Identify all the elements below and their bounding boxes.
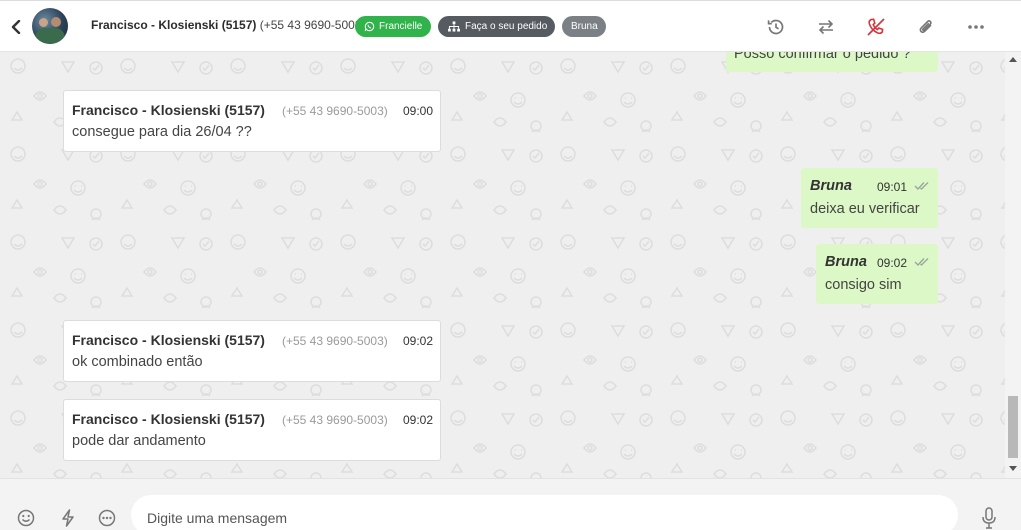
message-composer — [0, 478, 1021, 530]
message-bubble-incoming: Francisco - Klosienski (5157) (+55 43 96… — [63, 320, 441, 382]
history-icon[interactable] — [762, 13, 790, 41]
message-list[interactable]: Posso confirmar o pedido ? Francisco - K… — [0, 52, 1005, 478]
contact-title: Francisco - Klosienski (5157) (+55 43 96… — [91, 18, 366, 32]
message-text: pode dar andamento — [72, 433, 206, 449]
message-sender-phone: (+55 43 9690-5003) — [282, 413, 388, 427]
message-sender: Francisco - Klosienski (5157) — [72, 332, 265, 348]
avatar[interactable] — [32, 8, 68, 44]
whatsapp-icon — [364, 21, 375, 32]
chevron-left-icon[interactable] — [6, 16, 26, 38]
whatsapp-channel-badge[interactable]: Francielle — [355, 16, 431, 37]
message-text: deixa eu verificar — [810, 201, 920, 217]
microphone-icon[interactable] — [978, 507, 1000, 529]
scrollbar-thumb[interactable] — [1008, 396, 1018, 458]
agent-badge-label: Bruna — [571, 21, 598, 32]
message-time: 09:01 — [877, 180, 908, 194]
message-input-wrapper — [131, 495, 958, 530]
message-text: consegue para dia 26/04 ?? — [72, 124, 252, 140]
message-scrollbar[interactable] — [1005, 52, 1021, 478]
message-text: ok combinado então — [72, 354, 203, 370]
quick-reply-icon[interactable] — [96, 507, 118, 529]
message-sender: Francisco - Klosienski (5157) — [72, 102, 265, 118]
lightning-icon[interactable] — [57, 507, 79, 529]
message-bubble-incoming: Francisco - Klosienski (5157) (+55 43 96… — [63, 90, 441, 152]
message-text: consigo sim — [825, 277, 902, 293]
double-check-icon — [914, 182, 929, 190]
message-bubble-outgoing: Bruna 09:01 deixa eu verificar — [801, 168, 938, 228]
message-input[interactable] — [147, 509, 937, 527]
chat-header: Francisco - Klosienski (5157) (+55 43 96… — [0, 0, 1021, 52]
message-time: 09:02 — [877, 256, 908, 270]
message-sender-phone: (+55 43 9690-5003) — [282, 104, 388, 118]
message-time: 09:02 — [403, 413, 434, 427]
order-flow-badge[interactable]: Faça o seu pedido — [438, 16, 555, 37]
message-time: 09:00 — [403, 104, 434, 118]
double-check-icon — [914, 258, 929, 266]
message-bubble-outgoing: Posso confirmar o pedido ? — [726, 52, 938, 72]
scroll-up-arrow-icon[interactable] — [1009, 57, 1017, 62]
sitemap-icon — [448, 21, 460, 32]
message-sender: Bruna — [825, 254, 867, 270]
message-sender-phone: (+55 43 9690-5003) — [282, 334, 388, 348]
message-sender: Bruna — [810, 178, 852, 194]
message-text: Posso confirmar o pedido ? — [734, 52, 911, 62]
agent-badge[interactable]: Bruna — [562, 16, 606, 37]
order-badge-label: Faça o seu pedido — [465, 21, 548, 32]
paperclip-icon[interactable] — [912, 13, 940, 41]
message-sender: Francisco - Klosienski (5157) — [72, 411, 265, 427]
message-time: 09:02 — [403, 334, 434, 348]
phone-off-icon[interactable] — [862, 13, 890, 41]
contact-phone: (+55 43 9690-5003) — [259, 18, 366, 32]
emoji-icon[interactable] — [15, 507, 37, 529]
message-bubble-incoming: Francisco - Klosienski (5157) (+55 43 96… — [63, 399, 441, 461]
whatsapp-badge-label: Francielle — [379, 21, 423, 32]
contact-name: Francisco - Klosienski (5157) — [91, 18, 257, 32]
message-bubble-outgoing: Bruna 09:02 consigo sim — [816, 244, 938, 304]
more-icon[interactable] — [962, 13, 990, 41]
transfer-icon[interactable] — [812, 13, 840, 41]
scroll-down-arrow-icon[interactable] — [1009, 466, 1017, 471]
